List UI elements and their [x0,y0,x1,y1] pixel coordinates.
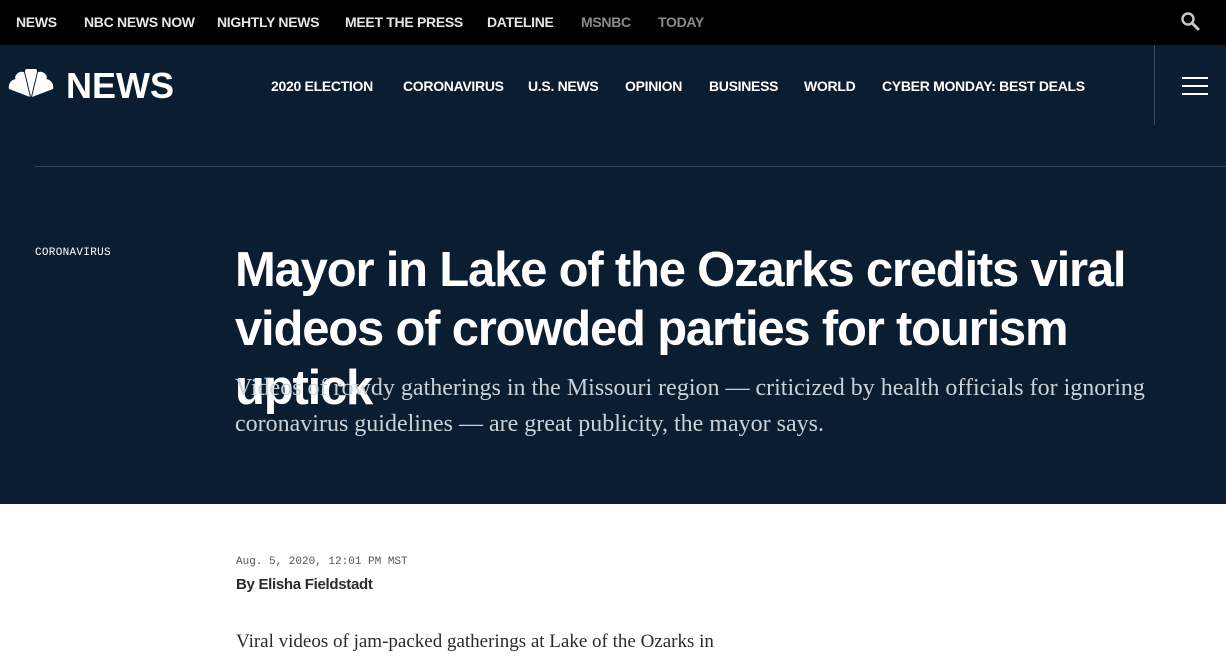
nbc-news-logo[interactable]: NEWS [6,65,196,106]
top-link-news[interactable]: NEWS [16,14,57,30]
article-body-paragraph: Viral videos of jam-packed gatherings at… [236,631,714,652]
nav-world[interactable]: WORLD [804,78,856,94]
nav-business[interactable]: BUSINESS [709,78,778,94]
nav-cyber-monday[interactable]: CYBER MONDAY: BEST DEALS [882,78,1085,94]
top-link-nbc-news-now[interactable]: NBC NEWS NOW [84,14,195,30]
article-header: NEWS 2020 ELECTION CORONAVIRUS U.S. NEWS… [0,45,1226,504]
author-link[interactable]: Elisha Fieldstadt [258,576,372,593]
nav-opinion[interactable]: OPINION [625,78,682,94]
article-dek: Videos of rowdy gatherings in the Missou… [235,375,1145,437]
article-date: Aug. 5, 2020, 12:01 PM MST [236,556,408,568]
top-link-dateline[interactable]: DATELINE [487,14,554,30]
nav-divider [1154,45,1155,125]
header-divider [35,166,1226,167]
top-link-nightly-news[interactable]: NIGHTLY NEWS [217,14,320,30]
search-icon[interactable] [1180,11,1206,35]
network-top-bar: NEWS NBC NEWS NOW NIGHTLY NEWS MEET THE … [0,0,1226,45]
top-link-today[interactable]: TODAY [658,14,704,30]
byline: By Elisha Fieldstadt [236,576,373,593]
top-link-meet-the-press[interactable]: MEET THE PRESS [345,14,463,30]
nav-2020-election[interactable]: 2020 ELECTION [271,78,373,94]
top-link-msnbc[interactable]: MSNBC [581,14,631,30]
byline-prefix: By [236,576,255,593]
logo-wordmark: NEWS [66,65,174,106]
nav-coronavirus[interactable]: CORONAVIRUS [403,78,504,94]
nav-us-news[interactable]: U.S. NEWS [528,78,599,94]
peacock-icon [6,65,56,104]
hamburger-icon[interactable] [1182,77,1208,95]
section-label[interactable]: CORONAVIRUS [35,247,111,259]
